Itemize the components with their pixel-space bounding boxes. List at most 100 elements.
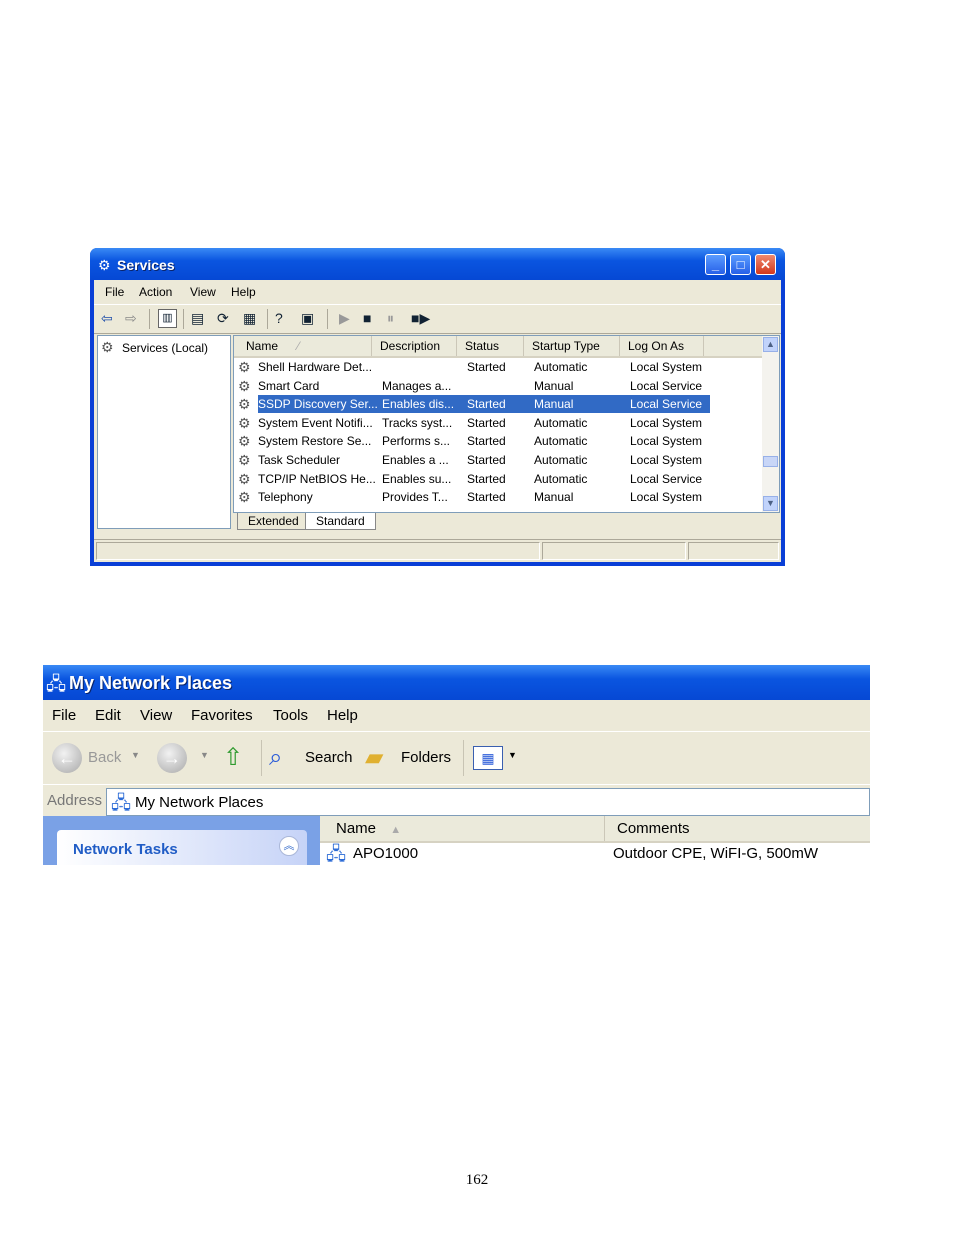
scroll-thumb[interactable]: [763, 456, 778, 467]
column-header-description[interactable]: Description: [372, 336, 457, 356]
up-folder-icon[interactable]: ⇧: [223, 743, 243, 773]
column-label: Name: [246, 339, 279, 353]
cell-startup-type: Manual: [534, 378, 574, 393]
toolbar: ⇦ ⇨ ▥ ▤ ⟳ ▦ ? ▣ ▶ ■ ⏸ ■▶: [94, 304, 781, 334]
address-input[interactable]: 🖧 My Network Places: [106, 788, 870, 816]
address-value: My Network Places: [135, 794, 264, 811]
service-gear-icon: ⚙: [238, 433, 251, 450]
table-row[interactable]: ⚙ TCP/IP NetBIOS He... Enables su... Starte…: [234, 470, 762, 488]
tab-extended[interactable]: Extended: [237, 513, 310, 530]
table-row[interactable]: ⚙ System Restore Se... Performs s... Starte…: [234, 432, 762, 450]
restart-service-icon[interactable]: ■▶: [411, 310, 430, 326]
menu-tools[interactable]: Tools: [273, 707, 308, 724]
search-icon[interactable]: ⌕: [269, 743, 282, 773]
network-share-icon: 🖧: [326, 844, 347, 864]
tab-standard[interactable]: Standard: [305, 513, 376, 530]
back-dropdown-icon[interactable]: ▼: [131, 750, 140, 760]
console-tree: ⚙ Services (Local): [97, 335, 231, 529]
table-row[interactable]: ⚙ Shell Hardware Det... Started Automatic Lo…: [234, 358, 762, 376]
title-bar[interactable]: 🖧 My Network Places: [43, 665, 870, 700]
address-bar: Address 🖧 My Network Places: [43, 784, 870, 817]
cell-status: Started: [467, 453, 506, 467]
cell-log-on-as: Local Service: [626, 395, 710, 414]
services-list: Name ⁄ Description Status Startup Type L…: [233, 335, 780, 513]
menu-file[interactable]: File: [105, 285, 124, 299]
menu-view[interactable]: View: [190, 285, 216, 299]
folders-icon[interactable]: ▰: [365, 743, 383, 773]
cell-name: Shell Hardware Det...: [258, 360, 373, 374]
column-header-log-on-as[interactable]: Log On As: [620, 336, 704, 356]
network-tasks-label: Network Tasks: [73, 841, 178, 858]
forward-arrow-icon[interactable]: ⇨: [125, 310, 137, 326]
table-row[interactable]: ⚙ Telephony Provides T... Started Manual Loca…: [234, 488, 762, 506]
console-view-icon[interactable]: ▣: [301, 310, 314, 326]
menu-favorites[interactable]: Favorites: [191, 707, 253, 724]
stop-service-icon[interactable]: ■: [363, 310, 371, 326]
services-gear-icon: ⚙: [101, 339, 114, 355]
service-gear-icon: ⚙: [238, 377, 251, 394]
column-header-name[interactable]: Name ▲: [320, 816, 605, 841]
window-title: Services: [117, 257, 175, 273]
cell-description: Tracks syst...: [382, 415, 453, 430]
export-list-icon[interactable]: ▦: [243, 310, 256, 326]
item-comment: Outdoor CPE, WiFI-G, 500mW: [613, 845, 819, 862]
cell-description: Enables a ...: [382, 453, 449, 467]
cell-startup-type: Automatic: [534, 453, 588, 467]
collapse-chevron-icon[interactable]: ︽: [279, 836, 299, 856]
menu-action[interactable]: Action: [139, 285, 172, 299]
properties-icon[interactable]: ▤: [191, 310, 204, 326]
table-row[interactable]: ⚙ Task Scheduler Enables a ... Started Autom…: [234, 451, 762, 469]
cell-status: Started: [467, 415, 506, 430]
column-header-status[interactable]: Status: [457, 336, 524, 356]
maximize-button[interactable]: □: [730, 254, 751, 275]
column-header-name[interactable]: Name ⁄: [234, 336, 372, 356]
start-service-icon[interactable]: ▶: [339, 310, 350, 326]
cell-log-on-as: Local Service: [630, 471, 703, 486]
column-header-startup-type[interactable]: Startup Type: [524, 336, 620, 356]
vertical-scrollbar[interactable]: ▲ ▼: [762, 336, 779, 512]
help-icon[interactable]: ?: [275, 310, 283, 326]
table-row[interactable]: ⚙ SSDP Discovery Ser... Enables dis... Star…: [234, 395, 762, 414]
cell-status: Started: [467, 471, 506, 486]
refresh-icon[interactable]: ⟳: [217, 310, 229, 326]
cell-status: Started: [467, 360, 506, 374]
forward-dropdown-icon[interactable]: ▼: [200, 750, 209, 760]
list-item[interactable]: 🖧 APO1000 Outdoor CPE, WiFI-G, 500mW: [320, 842, 870, 865]
scroll-up-icon[interactable]: ▲: [763, 337, 778, 352]
cell-description: Manages a...: [382, 378, 452, 393]
table-row[interactable]: ⚙ System Event Notifi... Tracks syst... Sta…: [234, 414, 762, 432]
table-row[interactable]: ⚙ Smart Card Manages a... Manual Local Servi…: [234, 377, 762, 395]
folders-button-label[interactable]: Folders: [401, 749, 451, 766]
status-bar: [94, 539, 781, 562]
cell-startup-type: Automatic: [534, 360, 588, 374]
title-bar[interactable]: ⚙ Services _ □ ✕: [90, 248, 785, 280]
network-places-window: 🖧 My Network Places File Edit View Favor…: [43, 665, 870, 865]
view-tabs: Extended Standard: [233, 513, 778, 531]
list-header: Name ⁄ Description Status Startup Type L…: [234, 336, 762, 358]
views-icon[interactable]: ▦: [473, 746, 503, 770]
menu-file[interactable]: File: [52, 707, 76, 724]
menu-help[interactable]: Help: [231, 285, 256, 299]
minimize-button[interactable]: _: [705, 254, 726, 275]
forward-arrow-icon[interactable]: →: [157, 743, 187, 773]
menu-edit[interactable]: Edit: [95, 707, 121, 724]
back-button-label[interactable]: Back: [88, 749, 121, 766]
cell-description: Provides T...: [382, 490, 448, 505]
back-arrow-icon[interactable]: ←: [52, 743, 82, 773]
menu-view[interactable]: View: [140, 707, 172, 724]
close-button[interactable]: ✕: [755, 254, 776, 275]
cell-name: TCP/IP NetBIOS He...: [258, 471, 376, 486]
views-dropdown-icon[interactable]: ▼: [508, 750, 517, 760]
cell-startup-type: Manual: [530, 395, 630, 414]
network-tasks-header[interactable]: Network Tasks ︽: [57, 830, 307, 865]
search-button-label[interactable]: Search: [305, 749, 353, 766]
show-hide-tree-icon[interactable]: ▥: [158, 309, 177, 328]
column-header-comments[interactable]: Comments: [605, 816, 870, 841]
service-gear-icon: ⚙: [238, 359, 251, 375]
menu-help[interactable]: Help: [327, 707, 358, 724]
back-arrow-icon[interactable]: ⇦: [101, 310, 113, 326]
scroll-down-icon[interactable]: ▼: [763, 496, 778, 511]
tree-node-services-local[interactable]: Services (Local): [122, 341, 208, 355]
pause-service-icon[interactable]: ⏸: [387, 310, 394, 326]
status-segment: [542, 542, 686, 560]
